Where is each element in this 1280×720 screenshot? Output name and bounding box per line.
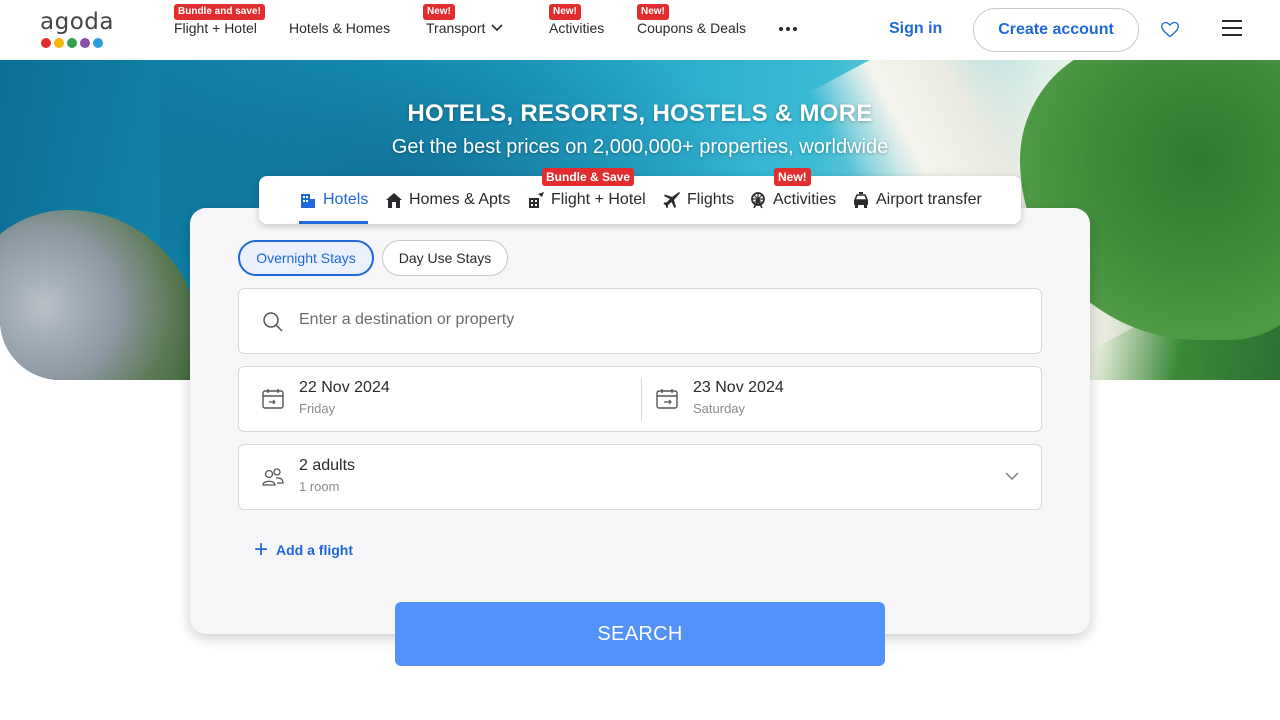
hotel-icon xyxy=(301,194,315,208)
car-icon xyxy=(853,192,869,208)
logo-dots xyxy=(41,38,103,48)
tab-badge-new: New! xyxy=(774,168,811,186)
logo-dot xyxy=(67,38,77,48)
check-in-calendar-icon xyxy=(262,389,284,409)
add-flight-button[interactable]: + Add a flight xyxy=(254,536,354,563)
logo-dot xyxy=(41,38,51,48)
search-icon xyxy=(263,312,283,332)
check-out-field[interactable]: 23 Nov 2024 Saturday xyxy=(642,367,1041,431)
tab-label: Hotels xyxy=(323,191,369,208)
heart-icon[interactable] xyxy=(1160,20,1180,40)
tab-label: Homes & Apts xyxy=(409,191,511,208)
plus-icon: + xyxy=(254,536,269,563)
dates-field: 22 Nov 2024 Friday 23 Nov 2024 Saturday xyxy=(238,366,1042,432)
nav-coupons-deals[interactable]: Coupons & Deals xyxy=(637,20,746,36)
ferris-wheel-icon xyxy=(751,192,765,209)
agoda-logo[interactable]: agoda xyxy=(40,9,116,50)
check-out-day: Saturday xyxy=(693,401,746,416)
check-out-date: 23 Nov 2024 xyxy=(693,379,784,396)
tab-label: Flight + Hotel xyxy=(551,191,646,208)
logo-dot xyxy=(54,38,64,48)
check-in-day: Friday xyxy=(299,401,336,416)
product-tabs: Hotels Homes & Apts Flight + Hotel Fligh… xyxy=(259,176,1021,224)
plane-icon xyxy=(663,192,680,208)
chevron-down-icon xyxy=(491,24,503,32)
check-in-date: 22 Nov 2024 xyxy=(299,379,390,396)
tab-label: Flights xyxy=(687,191,735,208)
check-in-field[interactable]: 22 Nov 2024 Friday xyxy=(239,367,641,431)
nav-badge-new: New! xyxy=(637,4,669,20)
more-icon[interactable] xyxy=(779,27,797,31)
tab-hotels[interactable]: Hotels xyxy=(299,176,369,224)
tab-flights[interactable]: Flights xyxy=(663,176,734,224)
nav-activities[interactable]: Activities xyxy=(549,20,604,36)
nav-transport[interactable]: Transport xyxy=(426,20,503,36)
nav-badge-new: New! xyxy=(423,4,455,20)
search-button[interactable]: SEARCH xyxy=(395,602,885,666)
nav-badge-bundle: Bundle and save! xyxy=(174,4,265,20)
tab-airport-transfer[interactable]: Airport transfer xyxy=(852,176,982,224)
hero-subtitle: Get the best prices on 2,000,000+ proper… xyxy=(391,136,889,158)
day-use-stays-pill[interactable]: Day Use Stays xyxy=(382,240,508,276)
destination-placeholder: Enter a destination or property xyxy=(299,311,515,328)
tab-label: Activities xyxy=(773,191,837,208)
top-header: agoda Bundle and save! Flight + Hotel Ho… xyxy=(0,0,1280,60)
tab-label: Airport transfer xyxy=(876,191,982,208)
create-account-button[interactable]: Create account xyxy=(973,8,1139,52)
nav-flight-hotel[interactable]: Flight + Hotel xyxy=(174,20,257,36)
logo-wordmark: agoda xyxy=(40,9,114,35)
add-flight-label: Add a flight xyxy=(276,542,354,558)
check-out-calendar-icon xyxy=(656,389,678,409)
flight-hotel-icon xyxy=(529,192,544,208)
chevron-down-icon xyxy=(1005,472,1019,480)
destination-field[interactable]: Enter a destination or property xyxy=(238,288,1042,354)
rooms-count: 1 room xyxy=(299,479,340,494)
sign-in-link[interactable]: Sign in xyxy=(889,20,942,38)
nav-badge-new: New! xyxy=(549,4,581,20)
home-icon xyxy=(386,193,402,208)
hero-title: HOTELS, RESORTS, HOSTELS & MORE xyxy=(407,100,873,127)
overnight-stays-pill[interactable]: Overnight Stays xyxy=(238,240,374,276)
menu-icon[interactable] xyxy=(1222,20,1242,36)
occupancy-field[interactable]: 2 adults 1 room xyxy=(238,444,1042,510)
nav-hotels-homes[interactable]: Hotels & Homes xyxy=(289,20,390,36)
guests-count: 2 adults xyxy=(299,457,356,474)
logo-dot xyxy=(93,38,103,48)
tab-badge-bundle: Bundle & Save xyxy=(542,168,635,186)
guests-icon xyxy=(262,468,284,486)
nav-transport-label: Transport xyxy=(426,20,486,36)
tab-homes-apts[interactable]: Homes & Apts xyxy=(385,176,510,224)
logo-dot xyxy=(80,38,90,48)
